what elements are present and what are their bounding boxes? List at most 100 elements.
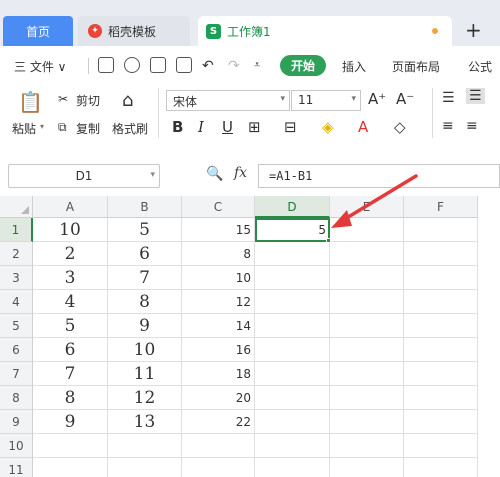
row-header-7[interactable]: 7	[0, 362, 33, 386]
paste-button[interactable]: 粘贴	[12, 120, 36, 137]
clear-format-icon[interactable]: ◇	[394, 118, 406, 136]
tab-template[interactable]: ✦ 稻壳模板	[78, 16, 190, 46]
cell-f1[interactable]	[404, 218, 478, 242]
column-header-d[interactable]: D	[255, 196, 330, 218]
column-header-c[interactable]: C	[182, 196, 255, 218]
font-size-select[interactable]: 11	[291, 90, 361, 111]
cell-b2[interactable]: 6	[108, 242, 182, 266]
cell-b4[interactable]: 8	[108, 290, 182, 314]
cell-a11[interactable]	[33, 458, 108, 477]
select-all-corner[interactable]	[0, 196, 33, 218]
column-header-f[interactable]: F	[404, 196, 478, 218]
cell-e3[interactable]	[330, 266, 404, 290]
column-header-b[interactable]: B	[108, 196, 182, 218]
cell-d10[interactable]	[255, 434, 330, 458]
cell-b6[interactable]: 10	[108, 338, 182, 362]
cell-d7[interactable]	[255, 362, 330, 386]
name-box[interactable]: D1	[8, 164, 160, 188]
cell-b8[interactable]: 12	[108, 386, 182, 410]
cell-a2[interactable]: 2	[33, 242, 108, 266]
increase-font-button[interactable]: A⁺	[368, 90, 386, 108]
cell-e7[interactable]	[330, 362, 404, 386]
cell-e10[interactable]	[330, 434, 404, 458]
tab-formula[interactable]: 公式	[468, 58, 492, 75]
tab-workbook[interactable]: S 工作簿1	[198, 16, 452, 46]
cut-button[interactable]: 剪切	[76, 92, 100, 109]
row-header-11[interactable]: 11	[0, 458, 33, 477]
cell-b7[interactable]: 11	[108, 362, 182, 386]
cell-a4[interactable]: 4	[33, 290, 108, 314]
cell-b10[interactable]	[108, 434, 182, 458]
paste-icon[interactable]: 📋	[18, 90, 43, 114]
row-header-9[interactable]: 9	[0, 410, 33, 434]
cell-f7[interactable]	[404, 362, 478, 386]
cell-b11[interactable]	[108, 458, 182, 477]
cell-f5[interactable]	[404, 314, 478, 338]
insert-function-button[interactable]: fx	[234, 165, 247, 181]
tab-page-layout[interactable]: 页面布局	[392, 58, 440, 75]
bold-button[interactable]: B	[172, 118, 183, 136]
cell-e11[interactable]	[330, 458, 404, 477]
cell-d5[interactable]	[255, 314, 330, 338]
save-icon[interactable]	[98, 57, 114, 73]
row-header-10[interactable]: 10	[0, 434, 33, 458]
cell-f3[interactable]	[404, 266, 478, 290]
new-tab-button[interactable]: +	[465, 18, 482, 42]
format-painter-icon[interactable]: ⌂	[122, 90, 133, 111]
cell-c6[interactable]: 16	[182, 338, 255, 362]
cell-a10[interactable]	[33, 434, 108, 458]
zoom-search-icon[interactable]: 🔍	[206, 166, 223, 182]
cell-e8[interactable]	[330, 386, 404, 410]
cut-icon[interactable]: ✂	[58, 92, 68, 106]
cell-f4[interactable]	[404, 290, 478, 314]
fill-handle[interactable]	[326, 238, 331, 243]
row-header-4[interactable]: 4	[0, 290, 33, 314]
tab-home[interactable]: 首页	[3, 16, 73, 46]
cell-style-icon[interactable]: ⊟	[284, 118, 297, 136]
cell-e5[interactable]	[330, 314, 404, 338]
cell-a7[interactable]: 7	[33, 362, 108, 386]
cell-d3[interactable]	[255, 266, 330, 290]
row-header-8[interactable]: 8	[0, 386, 33, 410]
print-preview-icon[interactable]	[176, 57, 192, 73]
align-top-icon[interactable]: ☰	[442, 90, 455, 106]
font-color-icon[interactable]: A	[358, 118, 368, 136]
row-header-3[interactable]: 3	[0, 266, 33, 290]
tab-insert[interactable]: 插入	[342, 58, 366, 75]
redo-icon[interactable]: ↷	[228, 58, 240, 74]
cell-f2[interactable]	[404, 242, 478, 266]
cell-b3[interactable]: 7	[108, 266, 182, 290]
cell-c10[interactable]	[182, 434, 255, 458]
cell-e6[interactable]	[330, 338, 404, 362]
align-middle-icon[interactable]: ☰	[466, 88, 485, 104]
row-header-5[interactable]: 5	[0, 314, 33, 338]
cell-f6[interactable]	[404, 338, 478, 362]
row-header-6[interactable]: 6	[0, 338, 33, 362]
cell-c7[interactable]: 18	[182, 362, 255, 386]
cell-a1[interactable]: 10	[33, 218, 108, 242]
align-left-icon[interactable]: ≡	[442, 118, 454, 134]
fill-color-icon[interactable]: ◈	[322, 118, 334, 136]
cell-f8[interactable]	[404, 386, 478, 410]
tab-start[interactable]: 开始	[280, 55, 326, 76]
file-menu[interactable]: 三 文件 ∨	[14, 58, 66, 75]
undo-icon[interactable]: ↶	[202, 58, 214, 74]
decrease-font-button[interactable]: A⁻	[396, 90, 414, 108]
cell-b5[interactable]: 9	[108, 314, 182, 338]
cell-e1[interactable]	[330, 218, 404, 242]
cell-e4[interactable]	[330, 290, 404, 314]
column-header-e[interactable]: E	[330, 196, 404, 218]
cell-c5[interactable]: 14	[182, 314, 255, 338]
export-pdf-icon[interactable]	[124, 57, 140, 73]
cell-c8[interactable]: 20	[182, 386, 255, 410]
cell-e2[interactable]	[330, 242, 404, 266]
cell-c1[interactable]: 15	[182, 218, 255, 242]
cell-b9[interactable]: 13	[108, 410, 182, 434]
cell-d6[interactable]	[255, 338, 330, 362]
cell-e9[interactable]	[330, 410, 404, 434]
cell-a5[interactable]: 5	[33, 314, 108, 338]
cell-a9[interactable]: 9	[33, 410, 108, 434]
print-icon[interactable]	[150, 57, 166, 73]
cell-d9[interactable]	[255, 410, 330, 434]
format-painter-button[interactable]: 格式刷	[112, 120, 148, 137]
